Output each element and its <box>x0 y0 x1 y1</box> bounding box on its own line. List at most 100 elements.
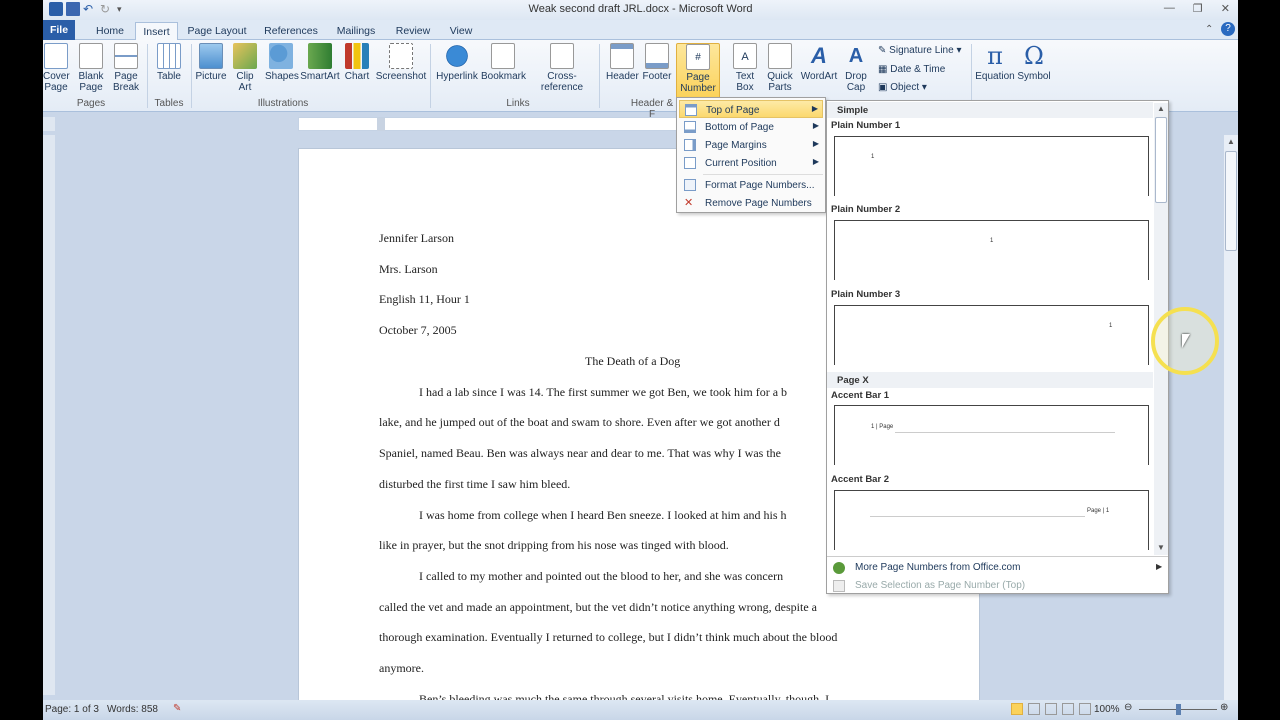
chart-icon <box>345 43 369 69</box>
doc-line: Spaniel, named Beau. Ben was always near… <box>379 446 781 460</box>
tab-home[interactable]: Home <box>91 22 129 40</box>
word-window: ↶ ↻ ▾ Weak second draft JRL.docx - Micro… <box>43 0 1238 720</box>
menu-item-remove-page-numbers[interactable]: ✕ Remove Page Numbers <box>679 194 823 212</box>
scrollbar-thumb[interactable] <box>1225 151 1237 251</box>
doc-line: like in prayer, but the snot dripping fr… <box>379 538 729 552</box>
picture-icon <box>199 43 223 69</box>
doc-line: Jennifer Larson <box>379 231 454 245</box>
header-icon <box>610 43 634 69</box>
gallery-item-accent-bar-2[interactable]: Page | 1 <box>834 490 1149 550</box>
proofing-icon[interactable]: ✎ <box>173 703 181 714</box>
vertical-ruler[interactable] <box>43 135 55 695</box>
doc-line: disturbed the first time I saw him bleed… <box>379 477 571 491</box>
equation-button[interactable]: π Equation <box>975 43 1015 82</box>
zoom-level[interactable]: 100% <box>1094 704 1120 715</box>
tab-insert[interactable]: Insert <box>135 22 178 41</box>
title-bar: ↶ ↻ ▾ Weak second draft JRL.docx - Micro… <box>43 0 1238 20</box>
table-button[interactable]: Table <box>153 43 185 82</box>
zoom-out-icon[interactable]: ⊖ <box>1124 702 1132 713</box>
indent-marker-icon[interactable] <box>377 118 385 131</box>
bookmark-button[interactable]: Bookmark <box>481 43 526 82</box>
doc-line: October 7, 2005 <box>379 323 457 337</box>
footer-button[interactable]: Footer <box>641 43 673 82</box>
menu-item-bottom-of-page[interactable]: Bottom of Page ▶ <box>679 118 823 136</box>
gallery-item-plain-number-3[interactable]: 1 <box>834 305 1149 365</box>
doc-title: The Death of a Dog <box>585 354 681 368</box>
vertical-scrollbar[interactable]: ▲ <box>1224 135 1238 700</box>
gallery-item-label: Accent Bar 2 <box>831 474 890 485</box>
full-screen-reading-icon[interactable] <box>1028 703 1040 715</box>
smartart-button[interactable]: SmartArt <box>300 43 340 82</box>
menu-item-page-margins[interactable]: Page Margins ▶ <box>679 136 823 154</box>
tab-references[interactable]: References <box>261 22 321 40</box>
hyperlink-button[interactable]: Hyperlink <box>435 43 479 82</box>
signature-line-button[interactable]: ✎ Signature Line ▾ <box>878 45 961 56</box>
submenu-arrow-icon: ▶ <box>812 139 819 148</box>
format-page-numbers-icon <box>684 179 696 191</box>
cross-reference-button[interactable]: Cross-reference <box>528 43 596 93</box>
tab-mailings[interactable]: Mailings <box>331 22 381 40</box>
zoom-in-icon[interactable]: ⊕ <box>1220 702 1228 713</box>
hyperlink-icon <box>445 43 469 69</box>
cover-page-icon <box>44 43 68 69</box>
ruler-toggle-icon[interactable] <box>43 117 55 131</box>
close-icon[interactable]: ✕ <box>1221 2 1230 15</box>
omega-icon: Ω <box>1024 42 1044 70</box>
more-page-numbers-link[interactable]: More Page Numbers from Office.com <box>855 562 1020 573</box>
gallery-item-accent-bar-1[interactable]: 1 | Page <box>834 405 1149 465</box>
doc-line: Mrs. Larson <box>379 262 438 276</box>
object-button[interactable]: ▣ Object ▾ <box>878 82 927 93</box>
zoom-slider-thumb[interactable] <box>1176 704 1181 715</box>
date-time-button[interactable]: ▦ Date & Time <box>878 64 945 75</box>
page-break-button[interactable]: Page Break <box>111 43 141 93</box>
menu-item-top-of-page[interactable]: Top of Page ▶ <box>679 100 823 118</box>
submenu-arrow-icon: ▶ <box>812 121 819 130</box>
save-selection-button: Save Selection as Page Number (Top) <box>855 580 1026 591</box>
shapes-icon <box>269 43 293 69</box>
chart-button[interactable]: Chart <box>343 43 371 82</box>
doc-line: lake, and he jumped out of the boat and … <box>379 415 780 429</box>
quick-parts-button[interactable]: Quick Parts <box>764 43 796 93</box>
page-count[interactable]: Page: 1 of 3 <box>45 704 99 715</box>
clip-art-button[interactable]: Clip Art <box>232 43 258 93</box>
gallery-item-label: Plain Number 2 <box>831 204 901 215</box>
gallery-scroll-thumb[interactable] <box>1155 117 1167 203</box>
draft-view-icon[interactable] <box>1079 703 1091 715</box>
symbol-button[interactable]: Ω Symbol <box>1017 43 1051 82</box>
text-box-button[interactable]: A Text Box <box>730 43 760 93</box>
menu-item-current-position[interactable]: Current Position ▶ <box>679 154 823 172</box>
screenshot-button[interactable]: Screenshot <box>375 43 427 82</box>
gallery-item-plain-number-1[interactable]: 1 <box>834 136 1149 196</box>
tab-view[interactable]: View <box>445 22 477 40</box>
restore-icon[interactable]: ❐ <box>1193 2 1203 15</box>
gallery-item-label: Accent Bar 1 <box>831 390 890 401</box>
cover-page-button[interactable]: Cover Page <box>43 43 70 93</box>
web-layout-icon[interactable] <box>1045 703 1057 715</box>
shapes-button[interactable]: Shapes <box>265 43 299 82</box>
print-layout-icon[interactable] <box>1011 703 1023 715</box>
footer-icon <box>645 43 669 69</box>
header-button[interactable]: Header <box>606 43 639 82</box>
minimize-icon[interactable]: — <box>1164 2 1175 15</box>
horizontal-ruler[interactable] <box>298 117 738 131</box>
menu-item-format-page-numbers[interactable]: Format Page Numbers... <box>679 176 823 194</box>
gallery-item-plain-number-2[interactable]: 1 <box>834 220 1149 280</box>
blank-page-button[interactable]: Blank Page <box>77 43 105 93</box>
help-icon[interactable]: ? <box>1221 22 1235 36</box>
wordart-button[interactable]: A WordArt <box>799 43 839 82</box>
group-illustrations: Illustrations <box>257 98 309 109</box>
word-count[interactable]: Words: 858 <box>107 704 158 715</box>
scroll-up-icon[interactable]: ▲ <box>1157 104 1165 113</box>
drop-cap-button[interactable]: A Drop Cap <box>841 43 871 93</box>
page-number-button[interactable]: # Page Number <box>676 43 720 99</box>
page-number-gallery: Simple Plain Number 1 1 Plain Number 2 1… <box>826 100 1169 594</box>
picture-button[interactable]: Picture <box>195 43 227 82</box>
outline-view-icon[interactable] <box>1062 703 1074 715</box>
collapse-ribbon-icon[interactable]: ⌃ <box>1205 24 1213 35</box>
scroll-down-icon[interactable]: ▼ <box>1157 543 1165 552</box>
tab-file[interactable]: File <box>43 20 75 40</box>
scroll-up-icon[interactable]: ▲ <box>1227 137 1235 146</box>
remove-icon: ✕ <box>684 197 694 209</box>
tab-page-layout[interactable]: Page Layout <box>185 22 249 40</box>
tab-review[interactable]: Review <box>393 22 433 40</box>
